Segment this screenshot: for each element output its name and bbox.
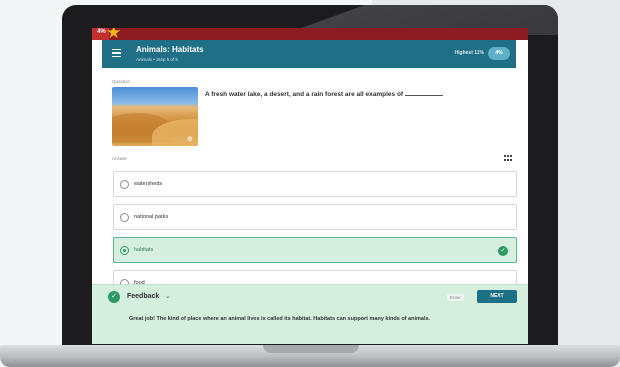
radio-button[interactable] <box>120 180 129 189</box>
answer-blank <box>405 95 444 96</box>
question-label: Question <box>112 79 131 84</box>
answer-option-habitats[interactable]: habitats ✓ <box>113 237 517 263</box>
lesson-screen: 4% ★ Animals: Habitats Animals • Step 5 … <box>92 28 528 344</box>
highest-score-label: Highest 11% <box>454 50 484 56</box>
lesson-subtitle: Animals • Step 5 of 5 <box>136 57 178 62</box>
option-label: habitats <box>134 247 154 253</box>
feedback-panel: ✓ Feedback ⌄ Enter NEXT Great job! The k… <box>92 284 528 344</box>
question-image[interactable]: ⊕ <box>112 87 198 146</box>
score-badge: 4% <box>488 47 510 60</box>
check-icon: ✓ <box>108 291 120 303</box>
question-text: A fresh water lake, a desert, and a rain… <box>205 91 444 98</box>
progress-bar: 4% ★ <box>92 28 528 41</box>
answer-label: Answer <box>112 156 128 161</box>
feedback-title[interactable]: Feedback <box>127 293 159 300</box>
lesson-header: Animals: Habitats Animals • Step 5 of 5 … <box>102 40 516 68</box>
option-label: watersheds <box>134 181 163 187</box>
feedback-message: Great job! The kind of place where an an… <box>129 316 431 322</box>
answer-option-national-parks[interactable]: national parks <box>113 204 517 230</box>
check-icon: ✓ <box>498 246 508 256</box>
progress-percent: 4% <box>97 29 106 35</box>
zoom-icon[interactable]: ⊕ <box>187 135 193 143</box>
laptop-notch <box>263 345 359 353</box>
grid-icon[interactable] <box>504 155 512 161</box>
answer-option-watersheds[interactable]: watersheds <box>113 171 517 197</box>
next-button[interactable]: NEXT <box>477 290 517 303</box>
radio-button[interactable] <box>120 213 129 222</box>
radio-button[interactable] <box>120 246 129 255</box>
option-label: national parks <box>134 214 169 220</box>
enter-key-hint: Enter <box>447 294 464 301</box>
lesson-title: Animals: Habitats <box>136 45 204 54</box>
chevron-down-icon[interactable]: ⌄ <box>165 292 171 300</box>
menu-icon[interactable] <box>112 49 121 57</box>
